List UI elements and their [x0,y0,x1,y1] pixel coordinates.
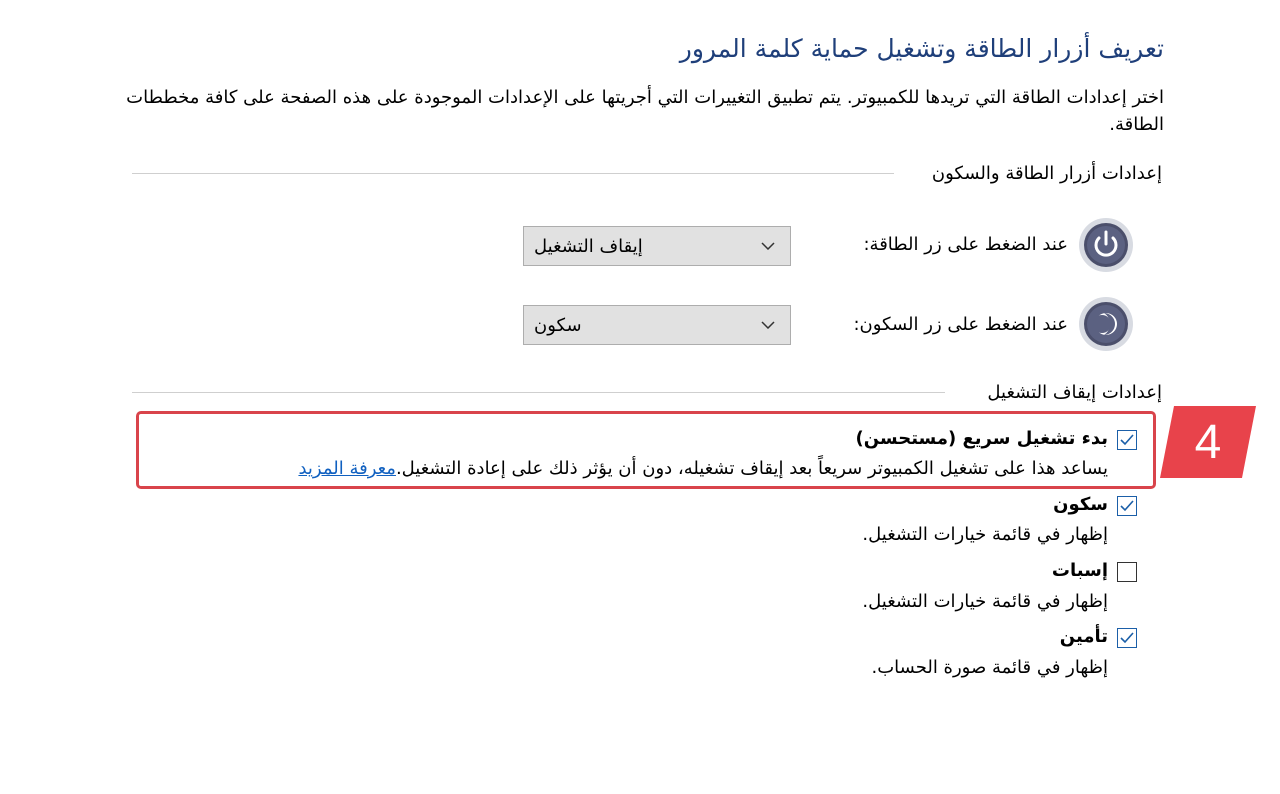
sleep-button-value: سكون [534,314,582,336]
chevron-down-icon [758,236,778,256]
power-buttons-section-heading: إعدادات أزرار الطاقة والسكون [931,163,1162,184]
power-button-label: عند الضغط على زر الطاقة: [863,234,1068,255]
lock-option-description: إظهار في قائمة صورة الحساب. [871,657,1108,678]
page-description: اختر إعدادات الطاقة التي تريدها للكمبيوت… [126,87,1164,135]
page-title: تعريف أزرار الطاقة وتشغيل حماية كلمة الم… [679,34,1164,63]
sleep-option-description: إظهار في قائمة خيارات التشغيل. [862,524,1108,545]
shutdown-section-heading: إعدادات إيقاف التشغيل [987,382,1162,403]
lock-option-title: تأمين [1059,626,1108,647]
lock-option-checkbox[interactable] [1117,628,1137,648]
sleep-option-checkbox[interactable] [1117,496,1137,516]
hibernate-option-description: إظهار في قائمة خيارات التشغيل. [862,591,1108,612]
sleep-option-title: سكون [1053,494,1108,515]
power-icon [1078,217,1134,273]
chevron-down-icon [758,315,778,335]
section-divider [132,173,894,174]
sleep-icon [1078,296,1134,352]
sleep-button-select[interactable]: سكون [523,305,791,345]
section-divider [132,392,945,393]
step-badge-number: 4 [1194,415,1222,469]
sleep-button-label: عند الضغط على زر السكون: [853,314,1068,335]
hibernate-option-title: إسبات [1051,560,1108,581]
hibernate-option-checkbox[interactable] [1117,562,1137,582]
highlight-box [136,411,1156,489]
power-button-select[interactable]: إيقاف التشغيل [523,226,791,266]
power-button-value: إيقاف التشغيل [534,235,643,257]
